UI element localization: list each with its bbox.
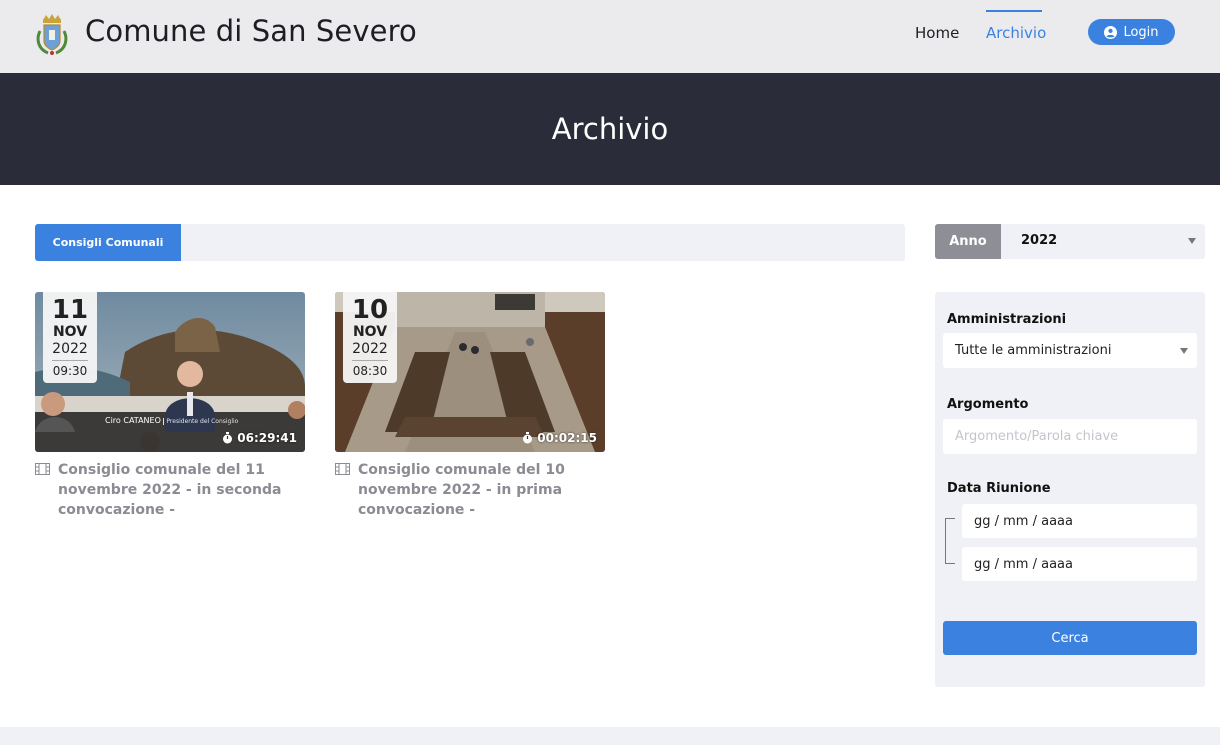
search-button[interactable]: Cerca <box>943 621 1197 655</box>
duration-text: 06:29:41 <box>237 431 297 445</box>
year-select-value[interactable]: 2022 <box>1021 233 1057 248</box>
video-card[interactable]: Ciro CATANEO Presidente del Consiglio 11… <box>35 292 305 520</box>
date-month: NOV <box>352 324 388 340</box>
page-hero: Archivio <box>0 73 1220 185</box>
date-to-field[interactable]: gg / mm / aaaa <box>962 547 1197 581</box>
date-time: 08:30 <box>352 364 388 378</box>
city-coat-of-arms-logo[interactable] <box>34 11 70 57</box>
site-title[interactable]: Comune di San Severo <box>85 14 417 48</box>
top-navbar: Comune di San Severo Home Archivio Login <box>0 0 1220 73</box>
date-month: NOV <box>52 324 88 340</box>
video-card[interactable]: 10 NOV 2022 08:30 00:02:15 Consiglio com… <box>335 292 605 520</box>
amministrazioni-value: Tutte le amministrazioni <box>955 343 1112 358</box>
video-title: Consiglio comunale del 10 novembre 2022 … <box>358 462 565 518</box>
date-divider <box>352 360 388 361</box>
speaker-role: Presidente del Consiglio <box>163 418 239 425</box>
nav-link-archivio[interactable]: Archivio <box>986 24 1046 42</box>
speaker-caption: Ciro CATANEO Presidente del Consiglio <box>105 416 239 425</box>
video-duration: 06:29:41 <box>222 431 297 445</box>
user-circle-icon <box>1104 25 1118 39</box>
film-icon <box>35 463 50 475</box>
date-day: 10 <box>351 295 389 325</box>
login-label: Login <box>1123 24 1159 40</box>
data-riunione-label: Data Riunione <box>947 481 1051 496</box>
video-thumbnail[interactable]: 10 NOV 2022 08:30 00:02:15 <box>335 292 605 452</box>
video-thumbnail[interactable]: Ciro CATANEO Presidente del Consiglio 11… <box>35 292 305 452</box>
chevron-down-icon[interactable] <box>1188 238 1196 244</box>
stopwatch-icon <box>223 432 233 444</box>
argomento-label: Argomento <box>947 397 1029 412</box>
duration-text: 00:02:15 <box>537 431 597 445</box>
session-date-badge: 11 NOV 2022 09:30 <box>43 292 97 383</box>
date-time: 09:30 <box>52 364 88 378</box>
date-day: 11 <box>51 295 89 325</box>
argomento-input[interactable] <box>943 419 1197 454</box>
video-title-link[interactable]: Consiglio comunale del 11 novembre 2022 … <box>35 460 305 520</box>
date-divider <box>52 360 88 361</box>
video-title-link[interactable]: Consiglio comunale del 10 novembre 2022 … <box>335 460 605 520</box>
video-title: Consiglio comunale del 11 novembre 2022 … <box>58 462 282 518</box>
page-title: Archivio <box>551 112 669 146</box>
amministrazioni-label: Amministrazioni <box>947 312 1067 327</box>
date-year: 2022 <box>52 341 88 357</box>
session-date-badge: 10 NOV 2022 08:30 <box>343 292 397 383</box>
category-tabs: Consigli Comunali <box>35 224 905 261</box>
footer-strip <box>0 727 1220 745</box>
film-icon <box>335 463 350 475</box>
date-year: 2022 <box>352 341 388 357</box>
login-button[interactable]: Login <box>1088 19 1175 45</box>
tab-consigli-comunali[interactable]: Consigli Comunali <box>35 224 181 261</box>
date-to-placeholder: gg / mm / aaaa <box>974 556 1073 572</box>
amministrazioni-select[interactable]: Tutte le amministrazioni <box>943 333 1197 368</box>
speaker-name: Ciro CATANEO <box>105 416 161 425</box>
chevron-down-icon[interactable] <box>1180 348 1188 354</box>
date-from-field[interactable]: gg / mm / aaaa <box>962 504 1197 538</box>
nav-active-indicator <box>986 10 1042 12</box>
year-select-label: Anno <box>935 224 1001 259</box>
year-select[interactable]: Anno 2022 <box>935 224 1205 259</box>
filter-panel: Amministrazioni Tutte le amministrazioni… <box>935 292 1205 687</box>
nav-link-home[interactable]: Home <box>915 24 959 42</box>
video-duration: 00:02:15 <box>522 431 597 445</box>
stopwatch-icon <box>523 432 533 444</box>
date-from-placeholder: gg / mm / aaaa <box>974 513 1073 529</box>
date-range-bracket <box>945 518 955 564</box>
